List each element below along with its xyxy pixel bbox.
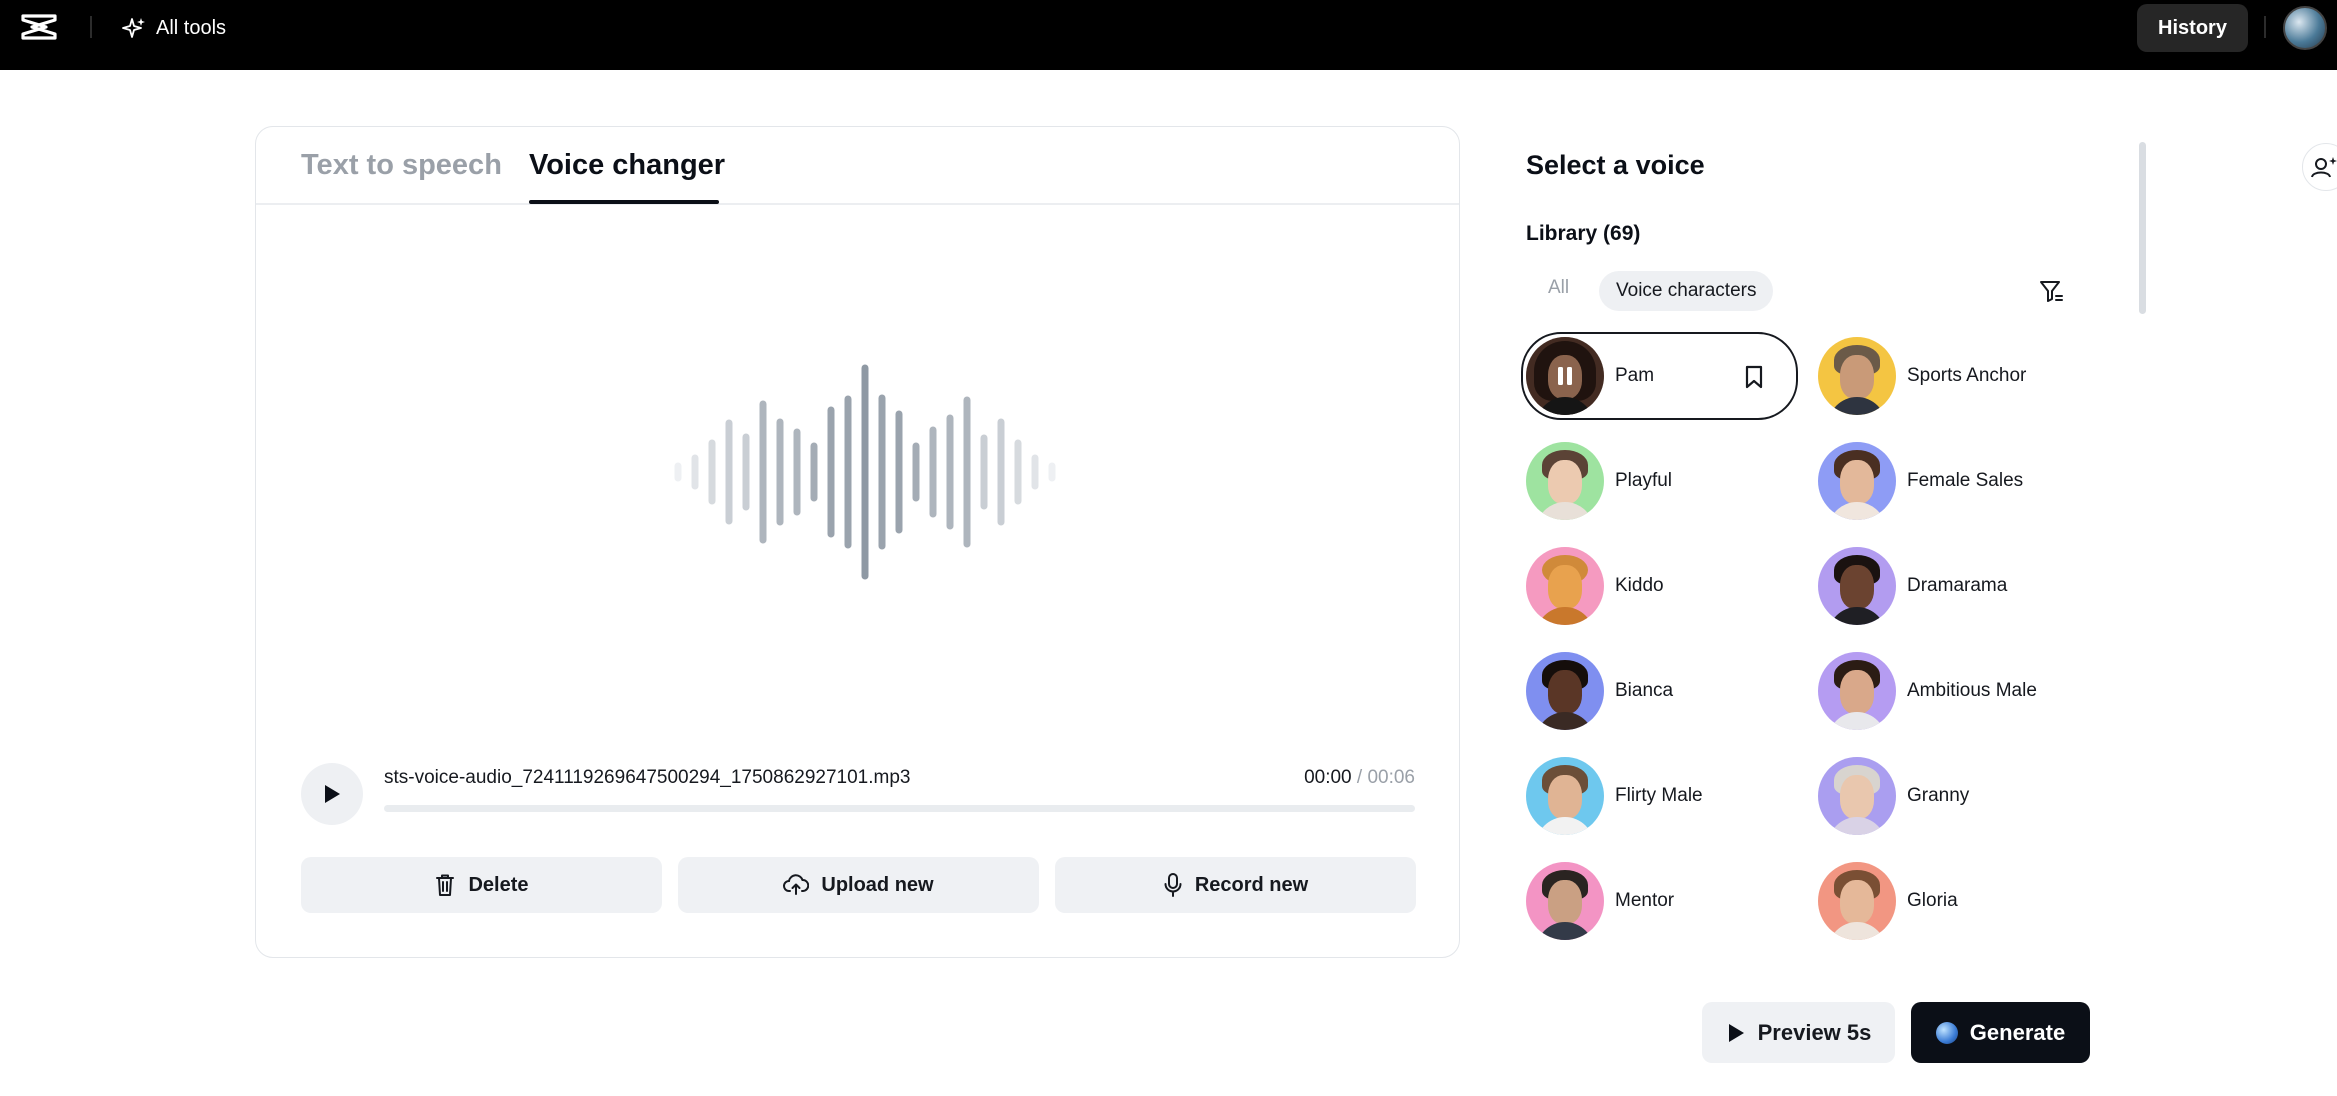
avatar (1526, 862, 1604, 940)
voice-card-playful[interactable]: Playful (1526, 442, 1672, 520)
voice-card-flirty-male[interactable]: Flirty Male (1526, 757, 1703, 835)
avatar (1526, 652, 1604, 730)
total-time: 00:06 (1367, 767, 1415, 788)
generate-label: Generate (1970, 1020, 2065, 1046)
play-audio-button[interactable] (301, 763, 363, 825)
voice-name: Sports Anchor (1907, 365, 2026, 387)
avatar (1818, 547, 1896, 625)
voice-card-gloria[interactable]: Gloria (1818, 862, 1958, 940)
voice-name: Pam (1615, 365, 1654, 387)
library-heading: Library (69) (1526, 222, 1640, 246)
play-icon (322, 783, 342, 805)
voice-name: Dramarama (1907, 575, 2007, 597)
record-new-button[interactable]: Record new (1055, 857, 1416, 913)
bookmark-icon[interactable] (1742, 364, 1766, 390)
topbar-divider-right (2264, 16, 2266, 38)
avatar (1526, 337, 1604, 415)
voice-name: Playful (1615, 470, 1672, 492)
preview-label: Preview 5s (1758, 1020, 1872, 1046)
upload-new-button[interactable]: Upload new (678, 857, 1039, 913)
cloud-upload-icon (783, 874, 809, 896)
voice-name: Flirty Male (1615, 785, 1703, 807)
avatar (1526, 757, 1604, 835)
side-feedback-button[interactable] (2302, 143, 2337, 191)
filter-all[interactable]: All (1548, 277, 1569, 299)
voice-name: Kiddo (1615, 575, 1664, 597)
capcut-logo-icon[interactable] (20, 13, 58, 41)
sparkle-icon (122, 16, 146, 40)
select-voice-title: Select a voice (1526, 150, 1705, 181)
avatar (1818, 442, 1896, 520)
avatar (1818, 862, 1896, 940)
voice-name: Gloria (1907, 890, 1958, 912)
voice-name: Female Sales (1907, 470, 2023, 492)
filter-icon[interactable] (2037, 277, 2065, 305)
waveform-graphic (666, 342, 1066, 602)
voice-name: Mentor (1615, 890, 1674, 912)
tab-bar: Text to speech Voice changer (256, 127, 1459, 205)
trash-icon (434, 873, 456, 897)
audio-progress-bar[interactable] (384, 805, 1415, 812)
avatar (1526, 547, 1604, 625)
voice-name: Ambitious Male (1907, 680, 2037, 702)
upload-new-label: Upload new (821, 874, 933, 897)
top-bar: All tools History (0, 0, 2337, 70)
all-tools-label: All tools (156, 17, 226, 40)
time-separator: / (1357, 767, 1362, 788)
avatar (1818, 652, 1896, 730)
voice-list-scroll-thumb[interactable] (2139, 142, 2146, 314)
voice-card-sports-anchor[interactable]: Sports Anchor (1818, 337, 2026, 415)
all-tools-button[interactable]: All tools (122, 14, 226, 42)
people-sparkle-icon (2303, 144, 2337, 192)
voice-card-kiddo[interactable]: Kiddo (1526, 547, 1664, 625)
delete-button[interactable]: Delete (301, 857, 662, 913)
pause-icon[interactable] (1526, 337, 1604, 415)
current-time: 00:00 (1304, 767, 1352, 788)
delete-label: Delete (468, 874, 528, 897)
voice-card-pam[interactable]: Pam (1521, 332, 1798, 420)
voice-card-ambitious-male[interactable]: Ambitious Male (1818, 652, 2037, 730)
history-button[interactable]: History (2137, 4, 2248, 52)
voice-card-dramarama[interactable]: Dramarama (1818, 547, 2007, 625)
record-new-label: Record new (1195, 874, 1308, 897)
voice-name: Granny (1907, 785, 1969, 807)
voice-card-female-sales[interactable]: Female Sales (1818, 442, 2023, 520)
voice-card-mentor[interactable]: Mentor (1526, 862, 1674, 940)
active-tab-indicator (529, 200, 719, 204)
avatar (1526, 442, 1604, 520)
audio-filename: sts-voice-audio_7241119269647500294_1750… (384, 767, 910, 789)
voice-card-bianca[interactable]: Bianca (1526, 652, 1673, 730)
microphone-icon (1163, 872, 1183, 898)
play-icon (1726, 1022, 1746, 1044)
avatar (1818, 757, 1896, 835)
filter-voice-characters[interactable]: Voice characters (1599, 271, 1773, 311)
user-avatar[interactable] (2283, 6, 2327, 50)
avatar (1818, 337, 1896, 415)
topbar-divider (90, 16, 92, 38)
voice-card-granny[interactable]: Granny (1818, 757, 1969, 835)
tab-text-to-speech[interactable]: Text to speech (301, 149, 502, 182)
preview-button[interactable]: Preview 5s (1702, 1002, 1895, 1063)
generate-orb-icon (1936, 1022, 1958, 1044)
voice-changer-card: Text to speech Voice changer (255, 126, 1460, 958)
generate-button[interactable]: Generate (1911, 1002, 2090, 1063)
tab-voice-changer[interactable]: Voice changer (529, 149, 725, 182)
audio-time: 00:00 / 00:06 (1304, 767, 1415, 789)
voice-name: Bianca (1615, 680, 1673, 702)
